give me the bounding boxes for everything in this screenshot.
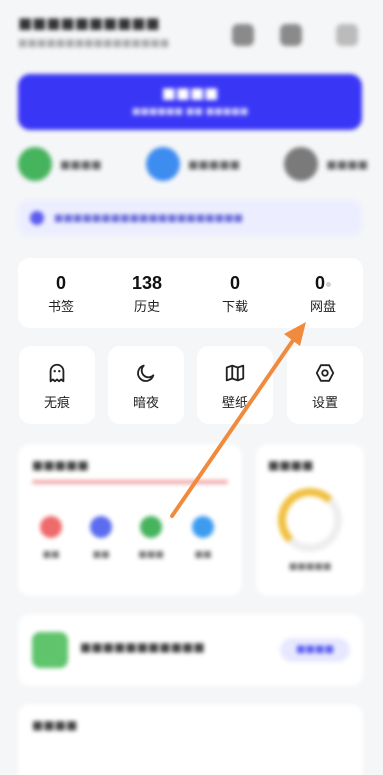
- promo-button-blurred[interactable]: ■■■■: [280, 638, 350, 662]
- login-button[interactable]: ■■■■ ■■■■■■ ■■ ■■■■■: [18, 74, 362, 130]
- login-button-sub-blurred: ■■■■■■ ■■ ■■■■■: [131, 107, 249, 117]
- storage-card-blurred[interactable]: ■■■■ ■■■■■: [256, 444, 364, 596]
- tool-wallpaper[interactable]: 壁纸: [197, 346, 273, 424]
- stat-downloads[interactable]: 0 下载: [200, 272, 270, 316]
- folder-icon: [32, 632, 68, 668]
- new-dot-badge: [326, 281, 331, 287]
- quick-actions: ■■■■ ■■■■■ ■■■■: [18, 144, 368, 184]
- map-book-icon: [225, 364, 245, 382]
- hexagon-settings-icon: [315, 364, 335, 382]
- user-name-blurred: ■■■■■■■■■■: [18, 14, 160, 32]
- feature-card-title-blurred: ■■■■■: [32, 458, 89, 472]
- stat-label: 书签: [47, 300, 74, 315]
- quick-action-label-blurred: ■■■■: [326, 157, 368, 171]
- tool-label: 壁纸: [221, 396, 248, 411]
- scan-icon[interactable]: [280, 24, 302, 46]
- quick-action-icon: [284, 147, 319, 181]
- feature-icon: [90, 516, 112, 538]
- stat-value: 0: [55, 273, 66, 293]
- quick-action-1[interactable]: ■■■■: [18, 144, 102, 184]
- feature-icon: [192, 516, 214, 538]
- usage-ring: [278, 488, 342, 552]
- quick-action-icon: [146, 147, 181, 181]
- stat-cloud-drive[interactable]: 0 网盘: [288, 272, 358, 316]
- login-button-title-blurred: ■■■■: [161, 84, 219, 102]
- stat-label: 下载: [221, 300, 248, 315]
- user-subtitle-blurred: ■■■■■■■■■■■■■■■■: [18, 38, 170, 49]
- quick-action-label-blurred: ■■■■■: [188, 157, 240, 171]
- feature-label-blurred: ■■: [92, 550, 110, 560]
- stat-history[interactable]: 138 历史: [112, 272, 182, 316]
- feature-card-blurred[interactable]: ■■■■■ ■■ ■■ ■■■ ■■: [18, 444, 242, 596]
- tool-label: 暗夜: [132, 396, 159, 411]
- notice-banner[interactable]: ■■■■■■■■■■■■■■■■■■■■: [18, 200, 362, 236]
- quick-action-2[interactable]: ■■■■■: [146, 144, 240, 184]
- recent-title-blurred: ■■■■: [32, 718, 78, 732]
- quick-action-label-blurred: ■■■■: [60, 157, 102, 171]
- message-icon[interactable]: [232, 24, 254, 46]
- notice-icon: [30, 211, 44, 225]
- stat-value: 138: [131, 273, 163, 293]
- stat-label: 历史: [133, 300, 160, 315]
- stat-label: 网盘: [309, 300, 336, 315]
- stat-value: 0: [314, 273, 325, 293]
- profile-header[interactable]: ■■■■■■■■■■ ■■■■■■■■■■■■■■■■: [18, 14, 368, 60]
- stat-bookmarks[interactable]: 0 书签: [26, 272, 96, 316]
- tool-settings[interactable]: 设置: [287, 346, 363, 424]
- feature-label-blurred: ■■: [42, 550, 60, 560]
- stats-card: 0 书签 138 历史 0 下载 0 网盘: [18, 258, 363, 328]
- ghost-icon: [49, 363, 65, 383]
- feature-icon: [140, 516, 162, 538]
- progress-strip: [32, 480, 228, 484]
- quick-action-3[interactable]: ■■■■: [284, 144, 368, 184]
- quick-action-icon: [18, 147, 52, 181]
- stat-value: 0: [229, 273, 240, 293]
- storage-footer-blurred: ■■■■■: [288, 562, 332, 572]
- recent-files-blurred[interactable]: ■■■■: [18, 704, 363, 775]
- feature-icon: [40, 516, 62, 538]
- feature-label-blurred: ■■■: [138, 550, 164, 560]
- tool-incognito[interactable]: 无痕: [19, 346, 95, 424]
- tool-night-mode[interactable]: 暗夜: [108, 346, 184, 424]
- storage-card-title-blurred: ■■■■: [268, 458, 314, 472]
- notice-text-blurred: ■■■■■■■■■■■■■■■■■■■■: [54, 212, 243, 224]
- promo-text-blurred: ■■■■■■■■■■■: [80, 640, 205, 654]
- promo-banner-blurred[interactable]: ■■■■■■■■■■■ ■■■■: [18, 614, 363, 686]
- moon-icon: [137, 364, 155, 382]
- tool-label: 无痕: [43, 396, 70, 411]
- tool-label: 设置: [311, 396, 338, 411]
- more-icon[interactable]: [336, 24, 358, 46]
- feature-label-blurred: ■■: [194, 550, 212, 560]
